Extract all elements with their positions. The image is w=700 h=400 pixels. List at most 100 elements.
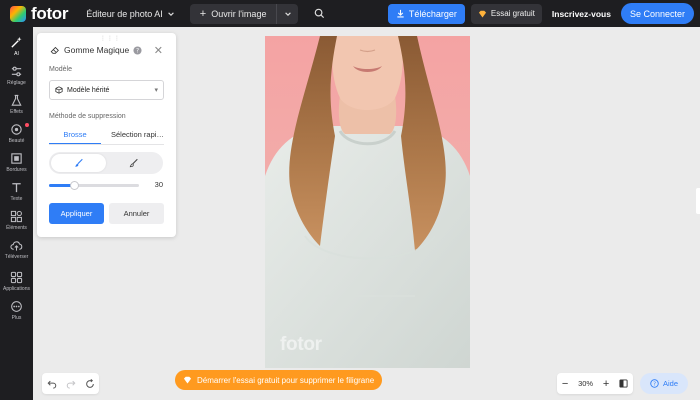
promo-label: Démarrer l'essai gratuit pour supprimer … (197, 375, 375, 385)
help-button[interactable]: ? Aide (640, 373, 688, 394)
compare-icon[interactable] (619, 379, 628, 388)
cube-icon (55, 86, 63, 94)
remove-watermark-promo[interactable]: Démarrer l'essai gratuit pour supprimer … (175, 370, 383, 390)
model-select[interactable]: Modèle hérité ▾ (49, 80, 164, 100)
redo-icon[interactable] (66, 379, 76, 389)
fotor-logo[interactable]: fotor (10, 0, 69, 27)
login-label: Se Connecter (629, 8, 685, 19)
brush-add-option[interactable] (51, 154, 106, 172)
history-controls (42, 373, 99, 394)
brush-size-slider-row: 30 (49, 180, 164, 190)
close-icon[interactable]: ✕ (154, 44, 163, 57)
rail-item-label: Éléments (6, 225, 27, 231)
magic-eraser-panel: ⋮⋮⋮ Gomme Magique ? ✕ Modèle Modèle héri… (37, 33, 176, 237)
rail-item-ai[interactable]: AI (0, 35, 33, 57)
eye-icon (10, 122, 24, 136)
rail-item-more[interactable]: Plus (0, 299, 33, 321)
rail-item-adjust[interactable]: Réglage (0, 64, 33, 86)
chevron-down-icon (285, 11, 291, 16)
search-icon (315, 8, 325, 19)
rail-item-effects[interactable]: Effets (0, 93, 33, 115)
panel-title: Gomme Magique (64, 45, 130, 55)
right-side-tab[interactable] (696, 188, 700, 214)
brush-mode-toggle (49, 152, 163, 174)
top-bar: fotor Éditeur de photo AI + Ouvrir l'ima… (0, 0, 700, 27)
open-image-group: + Ouvrir l'image (189, 3, 299, 24)
rail-item-label: Téléverser (4, 254, 29, 260)
undo-icon[interactable] (47, 379, 57, 389)
open-image-label: Ouvrir l'image (211, 8, 267, 19)
watermark: fotor (280, 334, 322, 355)
method-tabs: Brosse Sélection rapi… (49, 125, 164, 145)
svg-text:?: ? (653, 381, 656, 387)
download-label: Télécharger (408, 8, 457, 19)
rail-item-label: Effets (10, 109, 23, 115)
brush-size-slider[interactable] (49, 181, 139, 190)
rail-item-label: Texte (10, 196, 23, 202)
rail-item-label: Applications (3, 286, 30, 292)
rail-item-label: Plus (11, 315, 22, 321)
shapes-icon (10, 209, 24, 223)
help-circle-icon: ? (650, 379, 659, 388)
rail-item-apps[interactable]: Applications (0, 270, 33, 292)
gem-icon (478, 10, 486, 18)
signup-link[interactable]: Inscrivez-vous (548, 9, 615, 19)
download-button[interactable]: Télécharger (387, 3, 465, 24)
search-button[interactable] (314, 8, 325, 19)
help-label: Aide (662, 379, 678, 388)
model-select-value: Modèle hérité (67, 86, 110, 94)
frame-icon (10, 151, 24, 165)
rail-item-upload[interactable]: Téléverser (0, 238, 33, 260)
logo-text: fotor (31, 3, 69, 23)
cloud-upload-icon (10, 238, 24, 252)
rail-item-label: Bordures (6, 167, 27, 173)
rail-item-label: AI (14, 51, 19, 57)
new-badge-dot (25, 123, 29, 127)
rail-item-text[interactable]: Texte (0, 180, 33, 202)
editor-menu-label: Éditeur de photo AI (86, 8, 163, 19)
more-icon (10, 299, 24, 313)
rail-item-label: Réglage (7, 80, 26, 86)
svg-text:?: ? (136, 48, 139, 54)
free-trial-button[interactable]: Essai gratuit (470, 3, 542, 24)
apply-button[interactable]: Appliquer (49, 203, 104, 224)
eraser-brush-icon (129, 158, 138, 168)
drag-handle[interactable]: ⋮⋮⋮ (100, 35, 121, 42)
chevron-down-icon (167, 11, 174, 16)
slider-thumb[interactable] (70, 181, 80, 190)
rail-item-frames[interactable]: Bordures (0, 151, 33, 173)
zoom-level[interactable]: 30% (578, 379, 593, 388)
login-button[interactable]: Se Connecter (620, 3, 694, 24)
magic-wand-icon (10, 35, 24, 49)
open-image-dropdown[interactable] (276, 3, 298, 24)
brush-icon (74, 158, 83, 167)
editor-menu[interactable]: Éditeur de photo AI (86, 9, 175, 19)
model-label: Modèle (49, 66, 72, 73)
plus-icon: + (199, 7, 207, 20)
gem-icon (183, 376, 192, 384)
eraser-icon (50, 46, 59, 54)
zoom-in-icon[interactable]: + (603, 378, 609, 390)
rail-item-label: Beauté (8, 138, 25, 144)
canvas-photo[interactable]: fotor (265, 36, 470, 368)
rail-item-elements[interactable]: Éléments (0, 209, 33, 231)
logo-mark-icon (10, 5, 26, 22)
zoom-controls: − 30% + (557, 373, 633, 394)
portrait-image (265, 36, 470, 368)
method-label: Méthode de suppression (49, 113, 126, 120)
tab-quick-select[interactable]: Sélection rapi… (101, 125, 164, 144)
brush-erase-option[interactable] (106, 154, 161, 172)
left-toolbar: AI Réglage Effets Beauté Bordures Texte (0, 27, 33, 400)
help-circle-icon[interactable]: ? (133, 45, 142, 55)
grid-icon (10, 270, 24, 284)
sliders-icon (10, 64, 24, 78)
open-image-button[interactable]: + Ouvrir l'image (190, 4, 277, 24)
reset-icon[interactable] (85, 378, 95, 389)
panel-header: Gomme Magique ? (50, 45, 142, 55)
zoom-out-icon[interactable]: − (562, 378, 568, 390)
tab-brush[interactable]: Brosse (49, 125, 101, 144)
flask-icon (10, 93, 24, 107)
free-trial-label: Essai gratuit (490, 9, 535, 18)
top-right-actions: Télécharger Essai gratuit Inscrivez-vous… (387, 3, 694, 24)
cancel-button[interactable]: Annuler (109, 203, 164, 224)
